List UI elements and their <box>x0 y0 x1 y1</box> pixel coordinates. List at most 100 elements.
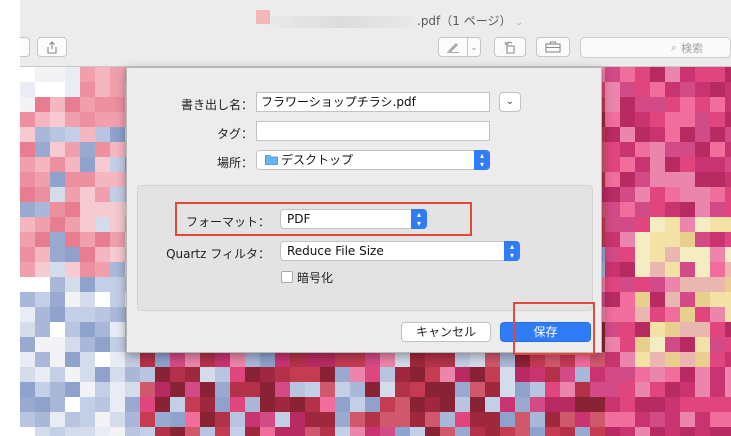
chevron-down-icon[interactable]: ⌄ <box>515 18 523 28</box>
mosaic-cell <box>530 412 545 427</box>
mosaic-cell <box>50 97 65 112</box>
markup-menu-button[interactable]: ⌄ <box>467 37 481 57</box>
mosaic-cell <box>605 412 620 427</box>
mosaic-cell <box>500 412 515 427</box>
mosaic-cell <box>560 397 575 412</box>
mosaic-cell <box>620 97 635 112</box>
mosaic-cell <box>335 367 350 382</box>
search-field[interactable]: ⌕ 検索 <box>580 37 731 58</box>
mosaic-cell <box>620 337 635 352</box>
location-popup[interactable]: デスクトップ ▴ ▾ <box>256 150 490 170</box>
mosaic-cell <box>605 382 620 397</box>
mosaic-cell <box>50 157 65 172</box>
mosaic-cell <box>155 352 170 367</box>
mosaic-cell <box>440 367 455 382</box>
mosaic-cell <box>485 427 500 436</box>
mosaic-cell <box>575 367 590 382</box>
mosaic-cell <box>710 187 725 202</box>
mosaic-cell <box>170 382 185 397</box>
mosaic-cell <box>680 292 695 307</box>
rotate-button[interactable] <box>494 37 526 57</box>
markup-pen-button[interactable] <box>438 37 468 57</box>
mosaic-cell <box>290 397 305 412</box>
mosaic-cell <box>650 67 665 82</box>
mosaic-cell <box>95 187 110 202</box>
mosaic-cell <box>635 427 650 436</box>
mosaic-cell <box>260 412 275 427</box>
tags-field[interactable] <box>256 121 490 141</box>
mosaic-cell <box>635 247 650 262</box>
mosaic-cell <box>140 412 155 427</box>
mosaic-cell <box>725 172 731 187</box>
mosaic-cell <box>395 427 410 436</box>
mosaic-cell <box>725 232 731 247</box>
sidebar-toggle-button[interactable] <box>20 37 30 57</box>
share-button[interactable] <box>37 37 67 57</box>
mosaic-cell <box>680 127 695 142</box>
toolbox-button[interactable] <box>536 37 570 57</box>
mosaic-cell <box>650 367 665 382</box>
mosaic-cell <box>680 412 695 427</box>
mosaic-cell <box>170 412 185 427</box>
encrypt-checkbox[interactable] <box>281 271 293 283</box>
mosaic-cell <box>80 367 95 382</box>
mosaic-cell <box>620 187 635 202</box>
mosaic-cell <box>65 127 80 142</box>
mosaic-cell <box>50 367 65 382</box>
mosaic-cell <box>200 412 215 427</box>
mosaic-cell <box>395 352 410 367</box>
mosaic-cell <box>665 352 680 367</box>
mosaic-cell <box>710 382 725 397</box>
mosaic-cell <box>605 97 620 112</box>
mosaic-cell <box>560 382 575 397</box>
mosaic-cell <box>725 292 731 307</box>
mosaic-cell <box>110 112 125 127</box>
mosaic-cell <box>530 382 545 397</box>
mosaic-cell <box>305 427 320 436</box>
mosaic-cell <box>110 232 125 247</box>
mosaic-cell <box>335 382 350 397</box>
mosaic-cell <box>665 127 680 142</box>
filename-field[interactable]: フラワーショップチラシ.pdf <box>256 92 490 112</box>
mosaic-cell <box>545 412 560 427</box>
mosaic-cell <box>110 67 125 82</box>
mosaic-cell <box>215 352 230 367</box>
mosaic-cell <box>710 397 725 412</box>
mosaic-cell <box>485 382 500 397</box>
mosaic-cell <box>35 412 50 427</box>
mosaic-cell <box>500 397 515 412</box>
mosaic-cell <box>80 187 95 202</box>
mosaic-cell <box>710 67 725 82</box>
mosaic-cell <box>110 367 125 382</box>
mosaic-cell <box>710 82 725 97</box>
mosaic-cell <box>695 412 710 427</box>
mosaic-cell <box>680 367 695 382</box>
export-dialog: 書き出し名： フラワーショップチラシ.pdf ⌄ タグ： 場所： デスクトップ … <box>126 67 602 355</box>
rotate-icon <box>504 41 515 54</box>
mosaic-cell <box>50 217 65 232</box>
mosaic-cell <box>80 412 95 427</box>
mosaic-cell <box>620 307 635 322</box>
mosaic-cell <box>125 427 140 436</box>
mosaic-cell <box>50 172 65 187</box>
mosaic-cell <box>110 277 125 292</box>
mosaic-cell <box>635 337 650 352</box>
expand-dialog-button[interactable]: ⌄ <box>499 92 521 112</box>
mosaic-cell <box>275 367 290 382</box>
mosaic-cell <box>65 217 80 232</box>
quartz-filter-popup[interactable]: Reduce File Size ▴ ▾ <box>280 241 520 261</box>
mosaic-cell <box>680 307 695 322</box>
mosaic-cell <box>725 412 731 427</box>
mosaic-cell <box>650 382 665 397</box>
mosaic-cell <box>50 67 65 82</box>
mosaic-cell <box>650 142 665 157</box>
mosaic-cell <box>695 247 710 262</box>
mosaic-cell <box>695 127 710 142</box>
mosaic-cell <box>20 202 35 217</box>
mosaic-cell <box>260 367 275 382</box>
mosaic-cell <box>710 217 725 232</box>
cancel-button[interactable]: キャンセル <box>401 322 491 342</box>
mosaic-cell <box>470 382 485 397</box>
mosaic-cell <box>725 142 731 157</box>
mosaic-cell <box>650 277 665 292</box>
